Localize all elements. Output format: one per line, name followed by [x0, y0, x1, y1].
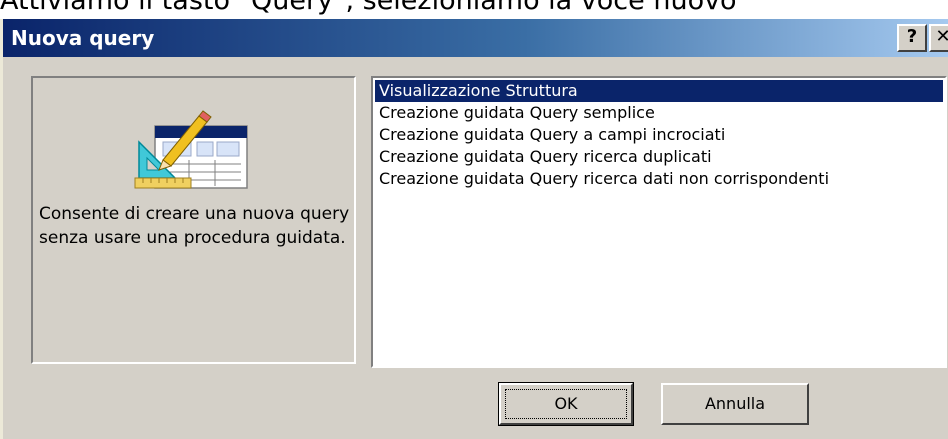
list-item-crosstab-query-wizard[interactable]: Creazione guidata Query a campi incrocia…	[375, 124, 943, 146]
title-bar[interactable]: Nuova query ? ✕	[3, 19, 948, 57]
dialog-title: Nuova query	[11, 26, 155, 50]
query-type-list[interactable]: Visualizzazione Struttura Creazione guid…	[371, 76, 947, 368]
new-query-dialog: Nuova query ? ✕ Consente di creare una n…	[0, 19, 948, 439]
ok-button[interactable]: OK	[498, 382, 634, 426]
preview-description: Consente di creare una nuova query senza…	[39, 204, 350, 248]
list-item-find-duplicates-wizard[interactable]: Creazione guidata Query ricerca duplicat…	[375, 146, 943, 168]
caption-text: Attiviamo il tasto "Query", selezioniamo…	[0, 0, 737, 16]
close-icon: ✕	[935, 26, 948, 47]
focus-ring	[505, 389, 627, 419]
query-design-icon	[134, 110, 248, 189]
cancel-button[interactable]: Annulla	[661, 383, 809, 425]
preview-panel: Consente di creare una nuova query senza…	[31, 76, 356, 364]
close-button[interactable]: ✕	[929, 24, 948, 52]
list-item-design-view[interactable]: Visualizzazione Struttura	[375, 80, 943, 102]
list-item-simple-query-wizard[interactable]: Creazione guidata Query semplice	[375, 102, 943, 124]
list-item-find-unmatched-wizard[interactable]: Creazione guidata Query ricerca dati non…	[375, 168, 943, 190]
help-button[interactable]: ?	[897, 24, 927, 52]
